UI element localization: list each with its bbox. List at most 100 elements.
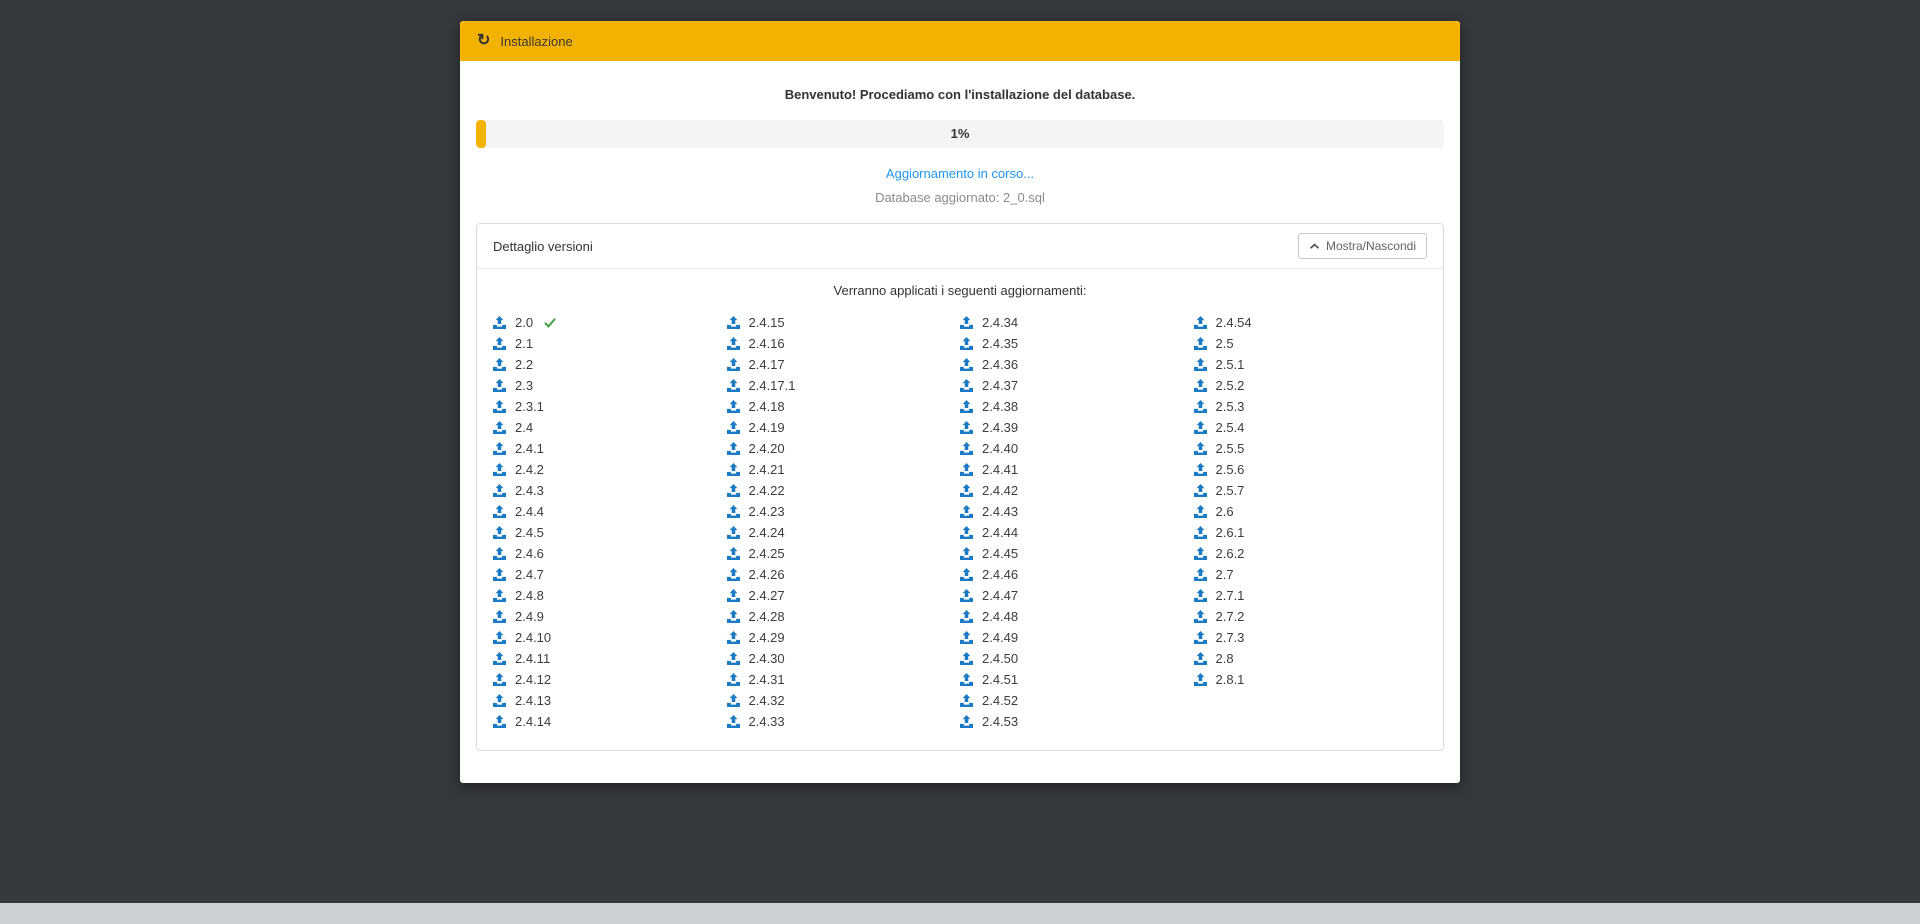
version-label: 2.4.54 <box>1216 315 1252 330</box>
version-label: 2.5.6 <box>1216 462 1245 477</box>
version-label: 2.4.29 <box>749 630 785 645</box>
upload-icon <box>493 652 506 665</box>
version-item: 2.4.49 <box>960 627 1194 648</box>
version-item: 2.4.29 <box>727 627 961 648</box>
upload-icon <box>960 421 973 434</box>
versions-grid: 2.02.12.22.32.3.12.42.4.12.4.22.4.32.4.4… <box>493 312 1427 732</box>
upload-icon <box>727 400 740 413</box>
version-label: 2.4.6 <box>515 546 544 561</box>
version-label: 2.4.36 <box>982 357 1018 372</box>
version-label: 2.4.24 <box>749 525 785 540</box>
welcome-text: Benvenuto! Procediamo con l'installazion… <box>476 87 1444 102</box>
version-label: 2.4.23 <box>749 504 785 519</box>
version-item: 2.4.39 <box>960 417 1194 438</box>
upload-icon <box>727 505 740 518</box>
upload-icon <box>493 505 506 518</box>
upload-icon <box>727 631 740 644</box>
version-item: 2.5 <box>1194 333 1428 354</box>
upload-icon <box>1194 568 1207 581</box>
modal-overlay: ↻ Installazione Benvenuto! Procediamo co… <box>0 0 1920 903</box>
version-label: 2.4.18 <box>749 399 785 414</box>
version-item: 2.4.17.1 <box>727 375 961 396</box>
version-item: 2.6 <box>1194 501 1428 522</box>
version-item: 2.4.46 <box>960 564 1194 585</box>
version-item: 2.4.30 <box>727 648 961 669</box>
version-item: 2.4.19 <box>727 417 961 438</box>
version-item: 2.4.1 <box>493 438 727 459</box>
version-label: 2.4.33 <box>749 714 785 729</box>
upload-icon <box>960 694 973 707</box>
version-label: 2.4.4 <box>515 504 544 519</box>
upload-icon <box>960 589 973 602</box>
version-item: 2.4.53 <box>960 711 1194 732</box>
version-item: 2.4.51 <box>960 669 1194 690</box>
version-label: 2.5.7 <box>1216 483 1245 498</box>
version-item: 2.4.41 <box>960 459 1194 480</box>
upload-icon <box>727 421 740 434</box>
chevron-up-icon <box>1309 243 1320 250</box>
version-label: 2.1 <box>515 336 533 351</box>
version-label: 2.5.2 <box>1216 378 1245 393</box>
version-item: 2.5.7 <box>1194 480 1428 501</box>
version-item: 2.8 <box>1194 648 1428 669</box>
toggle-versions-button[interactable]: Mostra/Nascondi <box>1298 233 1427 259</box>
versions-panel: Dettaglio versioni Mostra/Nascondi Verra… <box>476 223 1444 751</box>
version-label: 2.4.5 <box>515 525 544 540</box>
upload-icon <box>727 694 740 707</box>
upload-icon <box>960 631 973 644</box>
versions-intro: Verranno applicati i seguenti aggiorname… <box>493 283 1427 298</box>
version-column: 2.4.542.52.5.12.5.22.5.32.5.42.5.52.5.62… <box>1194 312 1428 732</box>
version-label: 2.3.1 <box>515 399 544 414</box>
version-label: 2.4.16 <box>749 336 785 351</box>
version-item: 2.4.26 <box>727 564 961 585</box>
upload-icon <box>1194 610 1207 623</box>
upload-icon <box>727 463 740 476</box>
upload-icon <box>727 673 740 686</box>
upload-icon <box>493 526 506 539</box>
version-item: 2.4.47 <box>960 585 1194 606</box>
upload-icon <box>1194 337 1207 350</box>
version-column: 2.4.152.4.162.4.172.4.17.12.4.182.4.192.… <box>727 312 961 732</box>
upload-icon <box>1194 379 1207 392</box>
upload-icon <box>960 526 973 539</box>
version-column: 2.4.342.4.352.4.362.4.372.4.382.4.392.4.… <box>960 312 1194 732</box>
version-label: 2.4.22 <box>749 483 785 498</box>
upload-icon <box>960 715 973 728</box>
version-item: 2.4.11 <box>493 648 727 669</box>
upload-icon <box>960 505 973 518</box>
version-label: 2.4.11 <box>515 651 550 666</box>
upload-icon <box>493 316 506 329</box>
version-label: 2.4.44 <box>982 525 1018 540</box>
version-label: 2.4.45 <box>982 546 1018 561</box>
version-item: 2.4.22 <box>727 480 961 501</box>
modal-body: Benvenuto! Procediamo con l'installazion… <box>460 61 1460 783</box>
upload-icon <box>960 358 973 371</box>
version-item: 2.4.33 <box>727 711 961 732</box>
upload-icon <box>493 715 506 728</box>
upload-icon <box>1194 400 1207 413</box>
version-label: 2.4.2 <box>515 462 544 477</box>
upload-icon <box>1194 589 1207 602</box>
upload-icon <box>493 379 506 392</box>
upload-icon <box>960 673 973 686</box>
version-item: 2.4.37 <box>960 375 1194 396</box>
version-label: 2.8 <box>1216 651 1234 666</box>
upload-icon <box>1194 442 1207 455</box>
version-item: 2.4.17 <box>727 354 961 375</box>
modal-title: Installazione <box>500 34 572 49</box>
upload-icon <box>960 316 973 329</box>
version-label: 2.6.1 <box>1216 525 1245 540</box>
version-label: 2.4.28 <box>749 609 785 624</box>
version-label: 2.4.38 <box>982 399 1018 414</box>
modal-header: ↻ Installazione <box>460 21 1460 61</box>
upload-icon <box>493 337 506 350</box>
version-item: 2.4.18 <box>727 396 961 417</box>
version-label: 2.4.25 <box>749 546 785 561</box>
version-item: 2.5.3 <box>1194 396 1428 417</box>
version-item: 2.7 <box>1194 564 1428 585</box>
upload-icon <box>1194 631 1207 644</box>
version-label: 2.4.34 <box>982 315 1018 330</box>
upload-icon <box>1194 484 1207 497</box>
upload-icon <box>493 547 506 560</box>
version-item: 2.6.2 <box>1194 543 1428 564</box>
